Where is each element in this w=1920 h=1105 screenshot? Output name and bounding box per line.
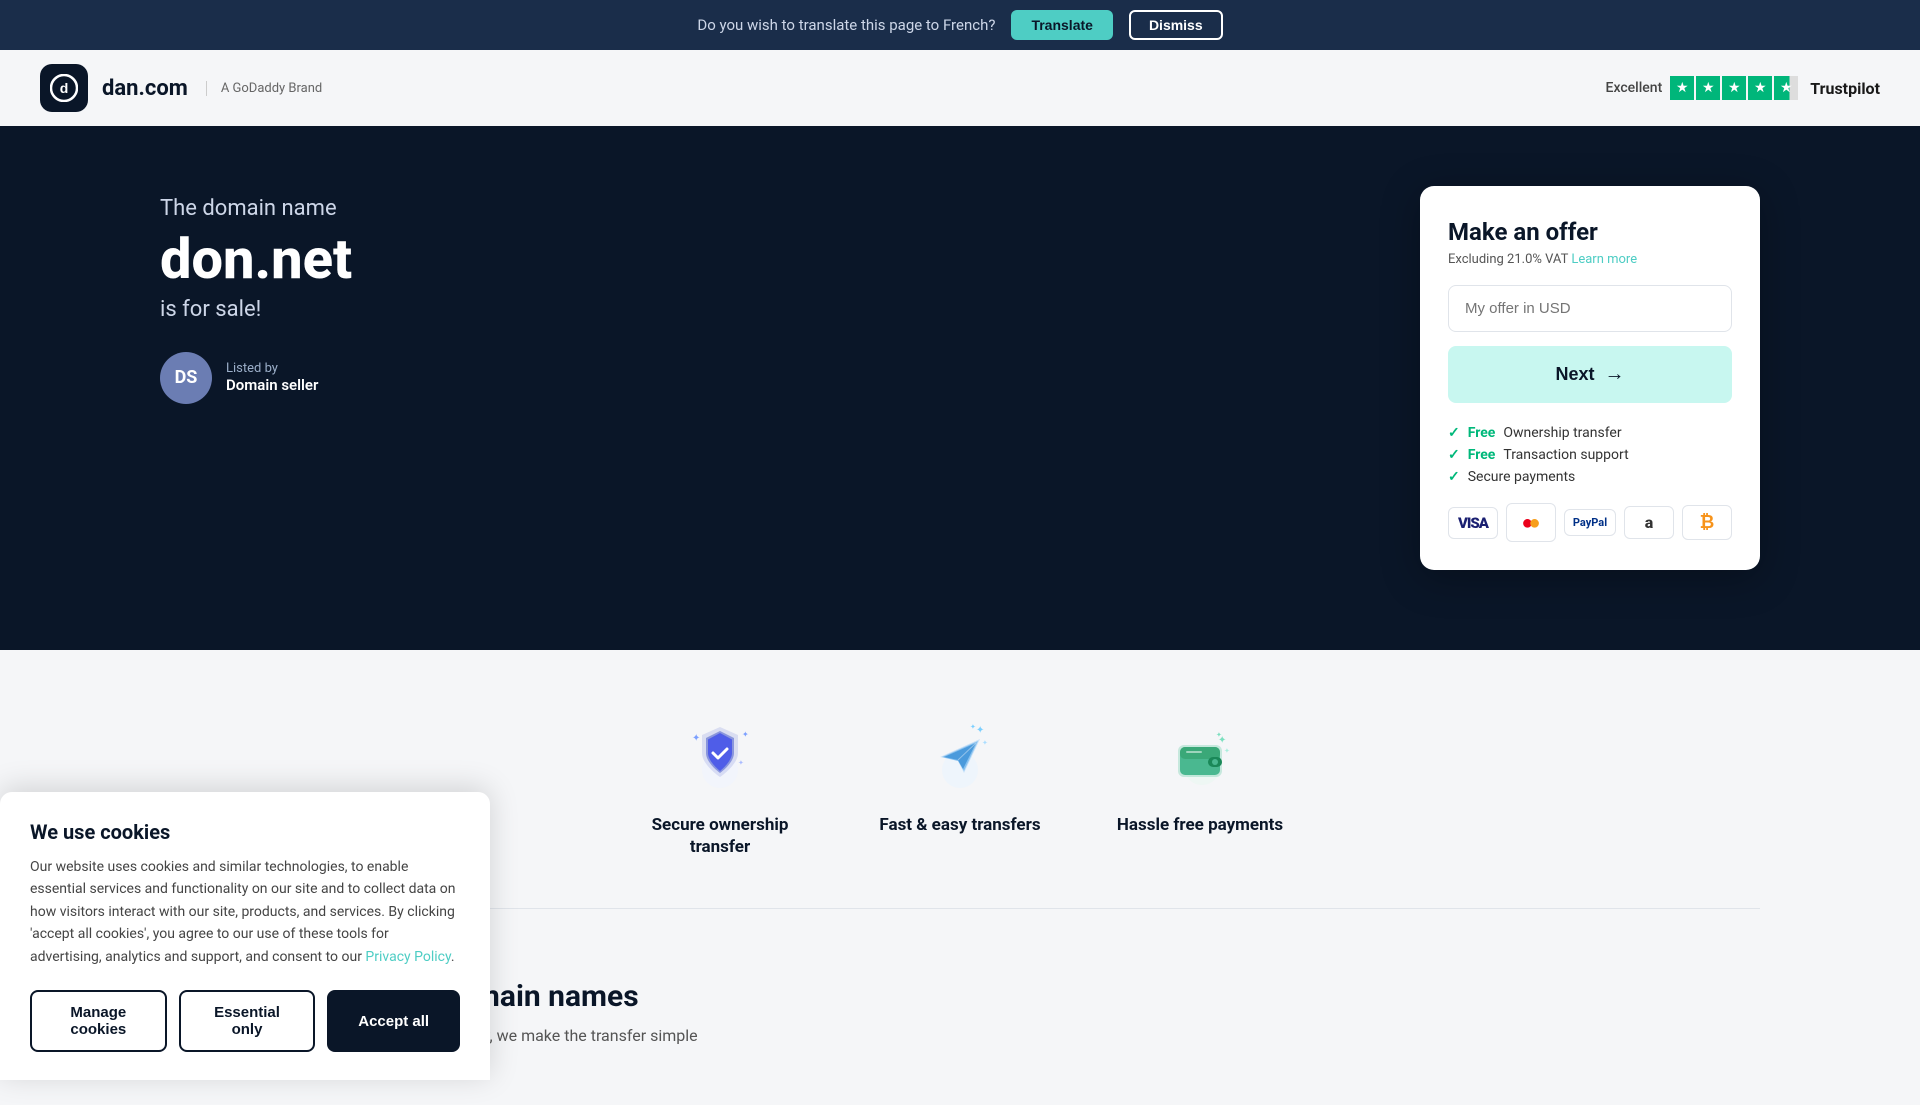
check-icon-1: ✓ — [1448, 425, 1460, 441]
translate-message: Do you wish to translate this page to Fr… — [697, 16, 995, 34]
cookie-title: We use cookies — [30, 820, 460, 844]
shield-icon: ✦ ✦ ✦ — [680, 715, 760, 795]
trustpilot-label: Excellent — [1606, 80, 1663, 96]
check-icon-3: ✓ — [1448, 469, 1460, 485]
cookie-buttons: Manage cookies Essential only Accept all — [30, 990, 460, 1052]
trustpilot-area: Excellent ★ ★ ★ ★ ★ Trustpilot — [1606, 76, 1880, 100]
star-1: ★ — [1670, 76, 1694, 100]
dismiss-button[interactable]: Dismiss — [1129, 10, 1223, 40]
feature-ownership-label: Ownership transfer — [1503, 425, 1621, 441]
feature-transaction-label: Transaction support — [1503, 447, 1628, 463]
essential-only-button[interactable]: Essential only — [179, 990, 316, 1052]
feature-secure-label: Secure payments — [1468, 469, 1576, 485]
offer-vat: Excluding 21.0% VAT Learn more — [1448, 252, 1732, 267]
seller-row: DS Listed by Domain seller — [160, 352, 1420, 404]
translate-button[interactable]: Translate — [1011, 10, 1112, 40]
svg-text:✦: ✦ — [976, 725, 984, 736]
star-2: ★ — [1696, 76, 1720, 100]
feature-secure: ✓ Secure payments — [1448, 469, 1732, 485]
star-3: ★ — [1722, 76, 1746, 100]
fast-icon-wrap: ✦ ✦ ✦ — [915, 710, 1005, 800]
hero-subtitle: The domain name — [160, 196, 1420, 221]
star-5-half: ★ — [1774, 76, 1798, 100]
header: d dan.com A GoDaddy Brand Excellent ★ ★ … — [0, 50, 1920, 126]
trustpilot-stars: ★ ★ ★ ★ ★ — [1670, 76, 1798, 100]
logo-area: d dan.com A GoDaddy Brand — [40, 64, 322, 112]
trustpilot-name: Trustpilot — [1810, 79, 1880, 98]
hero-content: The domain name don.net is for sale! DS … — [160, 186, 1420, 404]
feature-item-hassle: ✦ ✦ ✦ Hassle free payments — [1110, 710, 1290, 836]
seller-avatar: DS — [160, 352, 212, 404]
star-4: ★ — [1748, 76, 1772, 100]
svg-text:✦: ✦ — [1216, 731, 1222, 739]
offer-vat-text: Excluding 21.0% VAT — [1448, 252, 1568, 267]
secure-feature-label: Secure ownershiptransfer — [652, 814, 789, 858]
offer-features: ✓ Free Ownership transfer ✓ Free Transac… — [1448, 425, 1732, 485]
cookie-banner: We use cookies Our website uses cookies … — [0, 792, 490, 1080]
seller-info: Listed by Domain seller — [226, 361, 318, 394]
offer-input[interactable] — [1448, 285, 1732, 332]
plane-icon: ✦ ✦ ✦ — [920, 715, 1000, 795]
svg-text:✦: ✦ — [1224, 747, 1230, 755]
privacy-policy-link[interactable]: Privacy Policy — [365, 949, 450, 965]
translate-bar: Do you wish to translate this page to Fr… — [0, 0, 1920, 50]
logo-icon: d — [40, 64, 88, 112]
cookie-text: Our website uses cookies and similar tec… — [30, 856, 460, 968]
svg-text:✦: ✦ — [738, 759, 744, 767]
check-icon-2: ✓ — [1448, 447, 1460, 463]
accept-all-button[interactable]: Accept all — [327, 990, 460, 1052]
wallet-icon: ✦ ✦ ✦ — [1160, 715, 1240, 795]
fast-feature-label: Fast & easy transfers — [879, 814, 1040, 836]
hero-section: The domain name don.net is for sale! DS … — [0, 126, 1920, 650]
manage-cookies-button[interactable]: Manage cookies — [30, 990, 167, 1052]
hero-forsale: is for sale! — [160, 297, 1420, 322]
svg-text:d: d — [60, 80, 69, 96]
bitcoin-icon: ₿ — [1682, 505, 1732, 540]
free-label-2: Free — [1468, 447, 1496, 463]
free-label-1: Free — [1468, 425, 1496, 441]
secure-icon-wrap: ✦ ✦ ✦ — [675, 710, 765, 800]
hassle-icon-wrap: ✦ ✦ ✦ — [1155, 710, 1245, 800]
svg-text:✦: ✦ — [982, 739, 988, 747]
hassle-feature-label: Hassle free payments — [1117, 814, 1283, 836]
next-button[interactable]: Next → — [1448, 346, 1732, 403]
offer-title: Make an offer — [1448, 218, 1732, 246]
hero-domain: don.net — [160, 229, 1420, 291]
payment-icons: VISA ●● PayPal a ₿ — [1448, 503, 1732, 542]
listed-by-label: Listed by — [226, 361, 318, 376]
visa-icon: VISA — [1448, 507, 1498, 539]
logo-name[interactable]: dan.com — [102, 76, 188, 101]
paypal-icon: PayPal — [1564, 509, 1616, 536]
offer-card: Make an offer Excluding 21.0% VAT Learn … — [1420, 186, 1760, 570]
svg-text:✦: ✦ — [742, 730, 749, 739]
seller-name: Domain seller — [226, 376, 318, 394]
feature-ownership: ✓ Free Ownership transfer — [1448, 425, 1732, 441]
feature-item-fast: ✦ ✦ ✦ Fast & easy transfers — [870, 710, 1050, 836]
next-label: Next — [1555, 364, 1594, 385]
feature-item-secure: ✦ ✦ ✦ Secure ownershiptransfer — [630, 710, 810, 858]
svg-text:✦: ✦ — [970, 723, 976, 731]
feature-transaction: ✓ Free Transaction support — [1448, 447, 1732, 463]
learn-more-link[interactable]: Learn more — [1571, 252, 1637, 267]
svg-text:✦: ✦ — [692, 733, 700, 744]
mastercard-icon: ●● — [1506, 503, 1556, 542]
logo-brand: A GoDaddy Brand — [206, 81, 322, 96]
amazon-icon: a — [1624, 506, 1674, 539]
next-arrow-icon: → — [1605, 363, 1625, 386]
